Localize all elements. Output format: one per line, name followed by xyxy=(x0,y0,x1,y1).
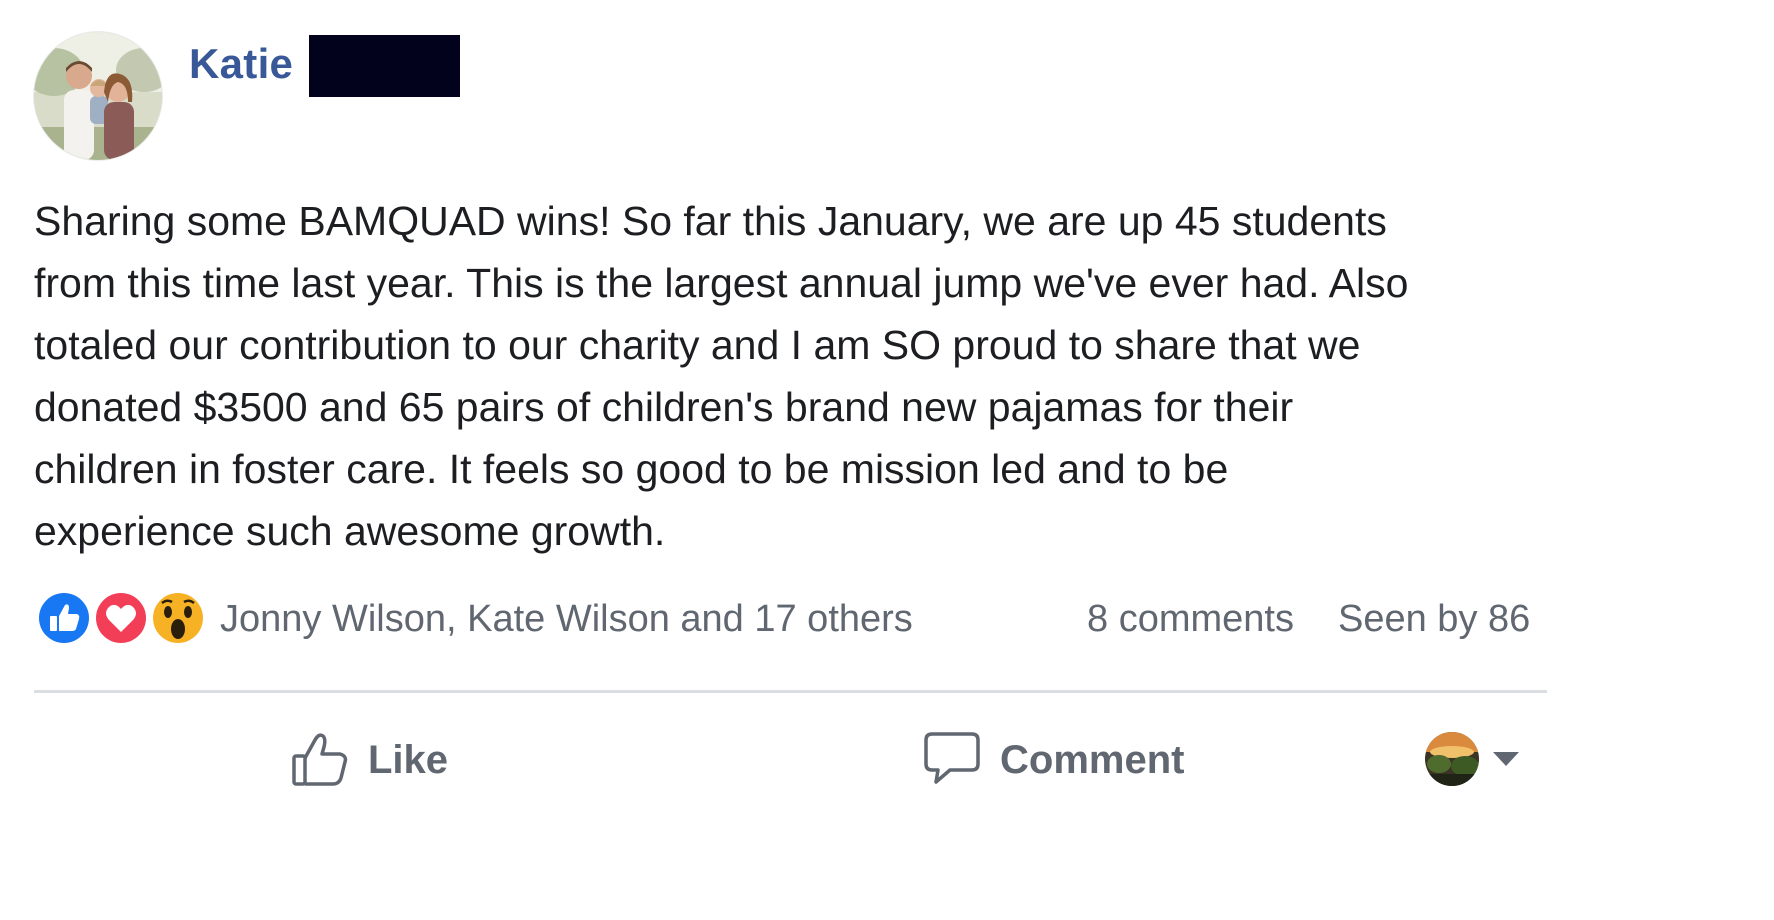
comment-label: Comment xyxy=(1000,737,1185,782)
viewer-selector[interactable] xyxy=(1425,732,1525,786)
love-icon xyxy=(91,588,151,648)
author-avatar[interactable] xyxy=(34,32,162,160)
post-text-line: Sharing some BAMQUAD wins! So far this J… xyxy=(34,198,1387,244)
comment-button[interactable]: Comment xyxy=(922,725,1184,795)
divider xyxy=(34,690,1547,693)
reactors-summary[interactable]: Jonny Wilson, Kate Wilson and 17 others xyxy=(220,598,913,641)
post-body: Sharing some BAMQUAD wins! So far this J… xyxy=(34,190,1574,562)
comments-count[interactable]: 8 comments xyxy=(1087,598,1294,641)
like-icon xyxy=(34,588,94,648)
comment-bubble-icon xyxy=(922,728,982,793)
wow-icon xyxy=(148,588,208,648)
chevron-down-icon xyxy=(1493,752,1519,766)
seen-by-count: Seen by 86 xyxy=(1338,598,1531,640)
post-text-line: children in foster care. It feels so goo… xyxy=(34,446,1229,492)
thumbs-up-icon xyxy=(290,728,350,793)
post-text-line: totaled our contribution to our charity … xyxy=(34,322,1361,368)
viewer-avatar xyxy=(1425,732,1479,786)
author-name[interactable]: Katie xyxy=(189,40,293,88)
like-label: Like xyxy=(368,737,449,782)
like-button[interactable]: Like xyxy=(290,725,448,795)
family-photo xyxy=(34,32,162,160)
post-text-line: donated $3500 and 65 pairs of children's… xyxy=(34,384,1294,430)
redacted-surname xyxy=(309,35,460,97)
post-text-line: experience such awesome growth. xyxy=(34,508,666,554)
post-text-line: from this time last year. This is the la… xyxy=(34,260,1409,306)
